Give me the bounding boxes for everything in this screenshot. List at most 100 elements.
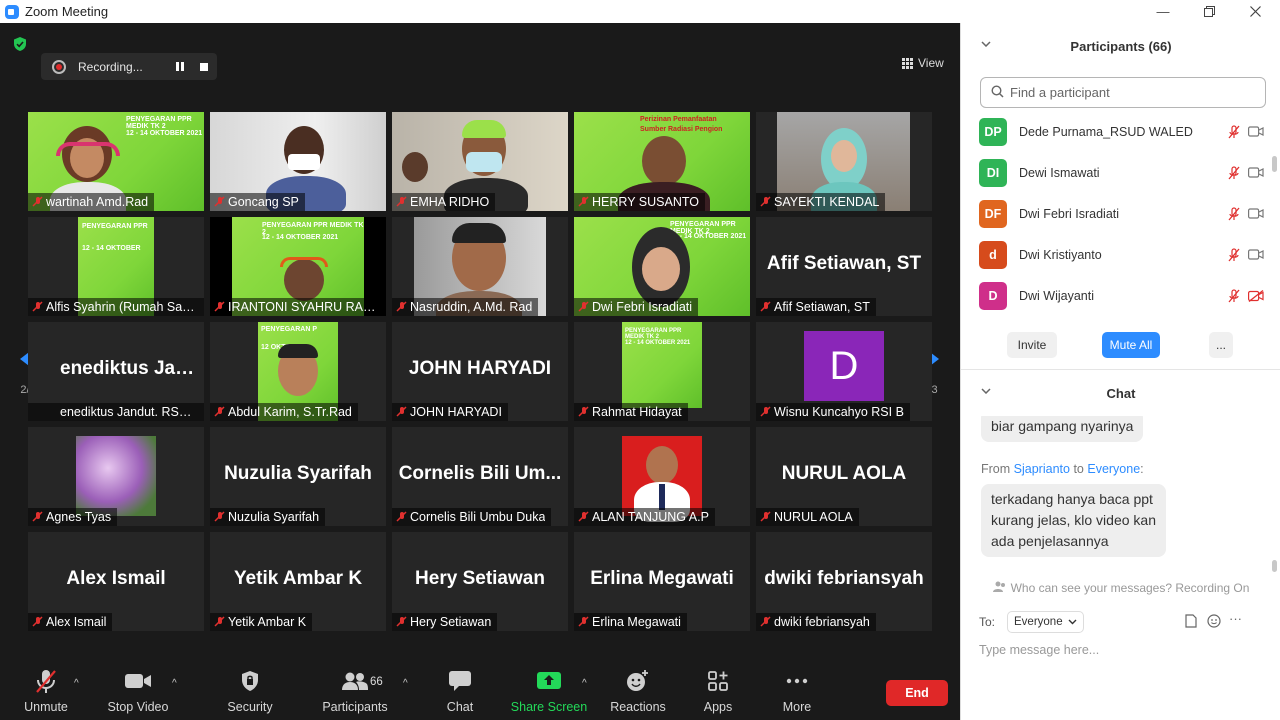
person-face bbox=[642, 136, 686, 186]
hair bbox=[452, 223, 506, 243]
muted-mic-icon[interactable] bbox=[1223, 206, 1245, 221]
video-tile[interactable]: dwiki febriansyah dwiki febriansyah bbox=[756, 532, 932, 631]
participants-options-chevron-icon[interactable]: ^ bbox=[403, 678, 408, 689]
video-tile[interactable]: PENYEGARAN PPR MEDIK TK 2 12 - 14 OKTOBE… bbox=[28, 112, 204, 211]
file-icon[interactable] bbox=[1185, 614, 1197, 631]
participant-row[interactable]: DF Dwi Febri Isradiati bbox=[979, 193, 1267, 234]
stop-video-button[interactable]: Stop Video bbox=[103, 652, 173, 720]
video-tile[interactable]: NURUL AOLA NURUL AOLA bbox=[756, 427, 932, 526]
title-bar: Zoom Meeting — bbox=[0, 0, 1280, 23]
muted-mic-icon bbox=[756, 613, 774, 631]
video-tile[interactable]: PENYEGARAN PPR 12 - 14 OKTOBER Alfis Sya… bbox=[28, 217, 204, 316]
video-tile[interactable]: Perizinan Pemanfaatan Sumber Radiasi Pen… bbox=[574, 112, 750, 211]
video-tile[interactable]: JOHN HARYADI JOHN HARYADI bbox=[392, 322, 568, 421]
video-tile[interactable]: PENYEGARAN P 12 OKTOBE Abdul Karim, S.Tr… bbox=[210, 322, 386, 421]
video-tile[interactable]: Erlina Megawati Erlina Megawati bbox=[574, 532, 750, 631]
more-dots-icon bbox=[786, 668, 808, 694]
participant-avatar: DI bbox=[979, 158, 1007, 187]
stop-recording-icon[interactable] bbox=[194, 57, 214, 77]
slide-text: PENYEGARAN PPR bbox=[82, 223, 148, 230]
minimize-icon[interactable]: — bbox=[1140, 0, 1186, 23]
close-icon[interactable] bbox=[1232, 0, 1278, 23]
chat-button[interactable]: Chat bbox=[440, 652, 480, 720]
video-tile[interactable]: PENYEGARAN PPR MEDIK TK 2 12 - 14 OKTOBE… bbox=[210, 217, 386, 316]
more-button[interactable]: More bbox=[777, 652, 817, 720]
video-tile[interactable]: EMHA RIDHO bbox=[392, 112, 568, 211]
unmute-button[interactable]: Unmute bbox=[16, 652, 76, 720]
chat-message: biar gampang nyarinya bbox=[981, 416, 1144, 442]
share-screen-button[interactable]: Share Screen bbox=[508, 652, 590, 720]
side-panel: Participants (66) Find a participant DP … bbox=[960, 23, 1280, 720]
more-icon[interactable]: ··· bbox=[1229, 611, 1242, 626]
video-on-icon[interactable] bbox=[1245, 249, 1267, 260]
collapse-chevron-icon[interactable] bbox=[981, 39, 991, 50]
video-tile[interactable]: Yetik Ambar K Yetik Ambar K bbox=[210, 532, 386, 631]
video-options-chevron-icon[interactable]: ^ bbox=[172, 678, 177, 689]
pause-recording-icon[interactable] bbox=[170, 57, 190, 77]
muted-mic-icon bbox=[210, 298, 228, 316]
video-tile[interactable]: PENYEGARAN PPR MEDIK TK 2 12 - 14 OKTOBE… bbox=[574, 217, 750, 316]
security-button[interactable]: Security bbox=[222, 652, 278, 720]
participant-name: Cornelis Bili Umbu Duka bbox=[410, 510, 546, 524]
muted-mic-icon bbox=[574, 298, 592, 316]
muted-mic-icon bbox=[756, 193, 774, 211]
muted-mic-icon bbox=[28, 508, 46, 526]
video-tile[interactable]: Hery Setiawan Hery Setiawan bbox=[392, 532, 568, 631]
chat-scrollbar[interactable] bbox=[1272, 560, 1277, 572]
share-options-chevron-icon[interactable]: ^ bbox=[582, 678, 587, 689]
participant-row[interactable]: d Dwi Kristiyanto bbox=[979, 234, 1267, 275]
audio-options-chevron-icon[interactable]: ^ bbox=[74, 678, 79, 689]
video-tile[interactable]: D Wisnu Kuncahyo RSI B bbox=[756, 322, 932, 421]
message-visibility-link[interactable]: Who can see your messages? Recording On bbox=[961, 578, 1280, 598]
video-tile[interactable]: Nasruddin, A.Md. Rad bbox=[392, 217, 568, 316]
sender-name[interactable]: Sjaprianto bbox=[1014, 462, 1070, 476]
view-button[interactable]: View bbox=[902, 56, 944, 70]
participant-name: Erlina Megawati bbox=[592, 615, 681, 629]
muted-mic-icon[interactable] bbox=[1223, 288, 1245, 303]
more-options-button[interactable]: ... bbox=[1209, 332, 1233, 358]
apps-button[interactable]: Apps bbox=[698, 652, 738, 720]
participant-video: PENYEGARAN PPR MEDIK TK 2 12 - 14 OKTOBE… bbox=[622, 322, 702, 408]
participant-name: Dede Purnama_RSUD WALED bbox=[1019, 124, 1193, 139]
emoji-icon[interactable] bbox=[1207, 614, 1221, 631]
recording-icon bbox=[52, 59, 66, 74]
video-tile[interactable]: ALAN TANJUNG A.P bbox=[574, 427, 750, 526]
video-tile[interactable]: Agnes Tyas bbox=[28, 427, 204, 526]
participants-scrollbar[interactable] bbox=[1272, 156, 1277, 172]
participant-row[interactable]: D Dwi Wijayanti bbox=[979, 275, 1267, 316]
slide-text: 12 - 14 OKTOBER bbox=[82, 245, 141, 252]
collapse-chevron-icon[interactable] bbox=[981, 386, 991, 397]
muted-mic-icon[interactable] bbox=[1223, 124, 1245, 139]
invite-button[interactable]: Invite bbox=[1007, 332, 1057, 358]
muted-mic-icon[interactable] bbox=[1223, 165, 1245, 180]
chat-message-input[interactable]: Type message here... bbox=[979, 643, 1259, 663]
video-tile[interactable]: Cornelis Bili Um... Cornelis Bili Umbu D… bbox=[392, 427, 568, 526]
chat-label: Chat bbox=[446, 700, 474, 714]
apps-icon bbox=[707, 668, 729, 694]
restore-icon[interactable] bbox=[1186, 0, 1232, 23]
video-on-icon[interactable] bbox=[1245, 208, 1267, 219]
video-on-icon[interactable] bbox=[1245, 167, 1267, 178]
video-tile[interactable]: SAYEKTI KENDAL bbox=[756, 112, 932, 211]
mute-all-button[interactable]: Mute All bbox=[1102, 332, 1160, 358]
participant-search-input[interactable]: Find a participant bbox=[980, 77, 1266, 108]
participant-name-display: Cornelis Bili Um... bbox=[398, 463, 562, 484]
participant-row[interactable]: DP Dede Purnama_RSUD WALED bbox=[979, 111, 1267, 152]
muted-mic-icon[interactable] bbox=[1223, 247, 1245, 262]
video-tile[interactable]: Goncang SP bbox=[210, 112, 386, 211]
video-tile[interactable]: Alex Ismail Alex Ismail bbox=[28, 532, 204, 631]
video-off-icon[interactable] bbox=[1245, 289, 1267, 302]
video-tile[interactable]: PENYEGARAN PPR MEDIK TK 2 12 - 14 OKTOBE… bbox=[574, 322, 750, 421]
encryption-shield-icon[interactable] bbox=[12, 36, 28, 52]
video-tile[interactable]: Afif Setiawan, ST Afif Setiawan, ST bbox=[756, 217, 932, 316]
reactions-button[interactable]: Reactions bbox=[608, 652, 668, 720]
recipient-name[interactable]: Everyone bbox=[1087, 462, 1140, 476]
recipient-select[interactable]: Everyone bbox=[1007, 611, 1084, 633]
end-meeting-button[interactable]: End bbox=[886, 680, 948, 706]
video-tile[interactable]: enediktus Jan... enediktus Jandut. RSUD … bbox=[28, 322, 204, 421]
video-on-icon[interactable] bbox=[1245, 126, 1267, 137]
avatar: D bbox=[804, 331, 884, 401]
video-tile[interactable]: Nuzulia Syarifah Nuzulia Syarifah bbox=[210, 427, 386, 526]
chat-title: Chat bbox=[1106, 385, 1136, 401]
participant-row[interactable]: DI Dewi Ismawati bbox=[979, 152, 1267, 193]
